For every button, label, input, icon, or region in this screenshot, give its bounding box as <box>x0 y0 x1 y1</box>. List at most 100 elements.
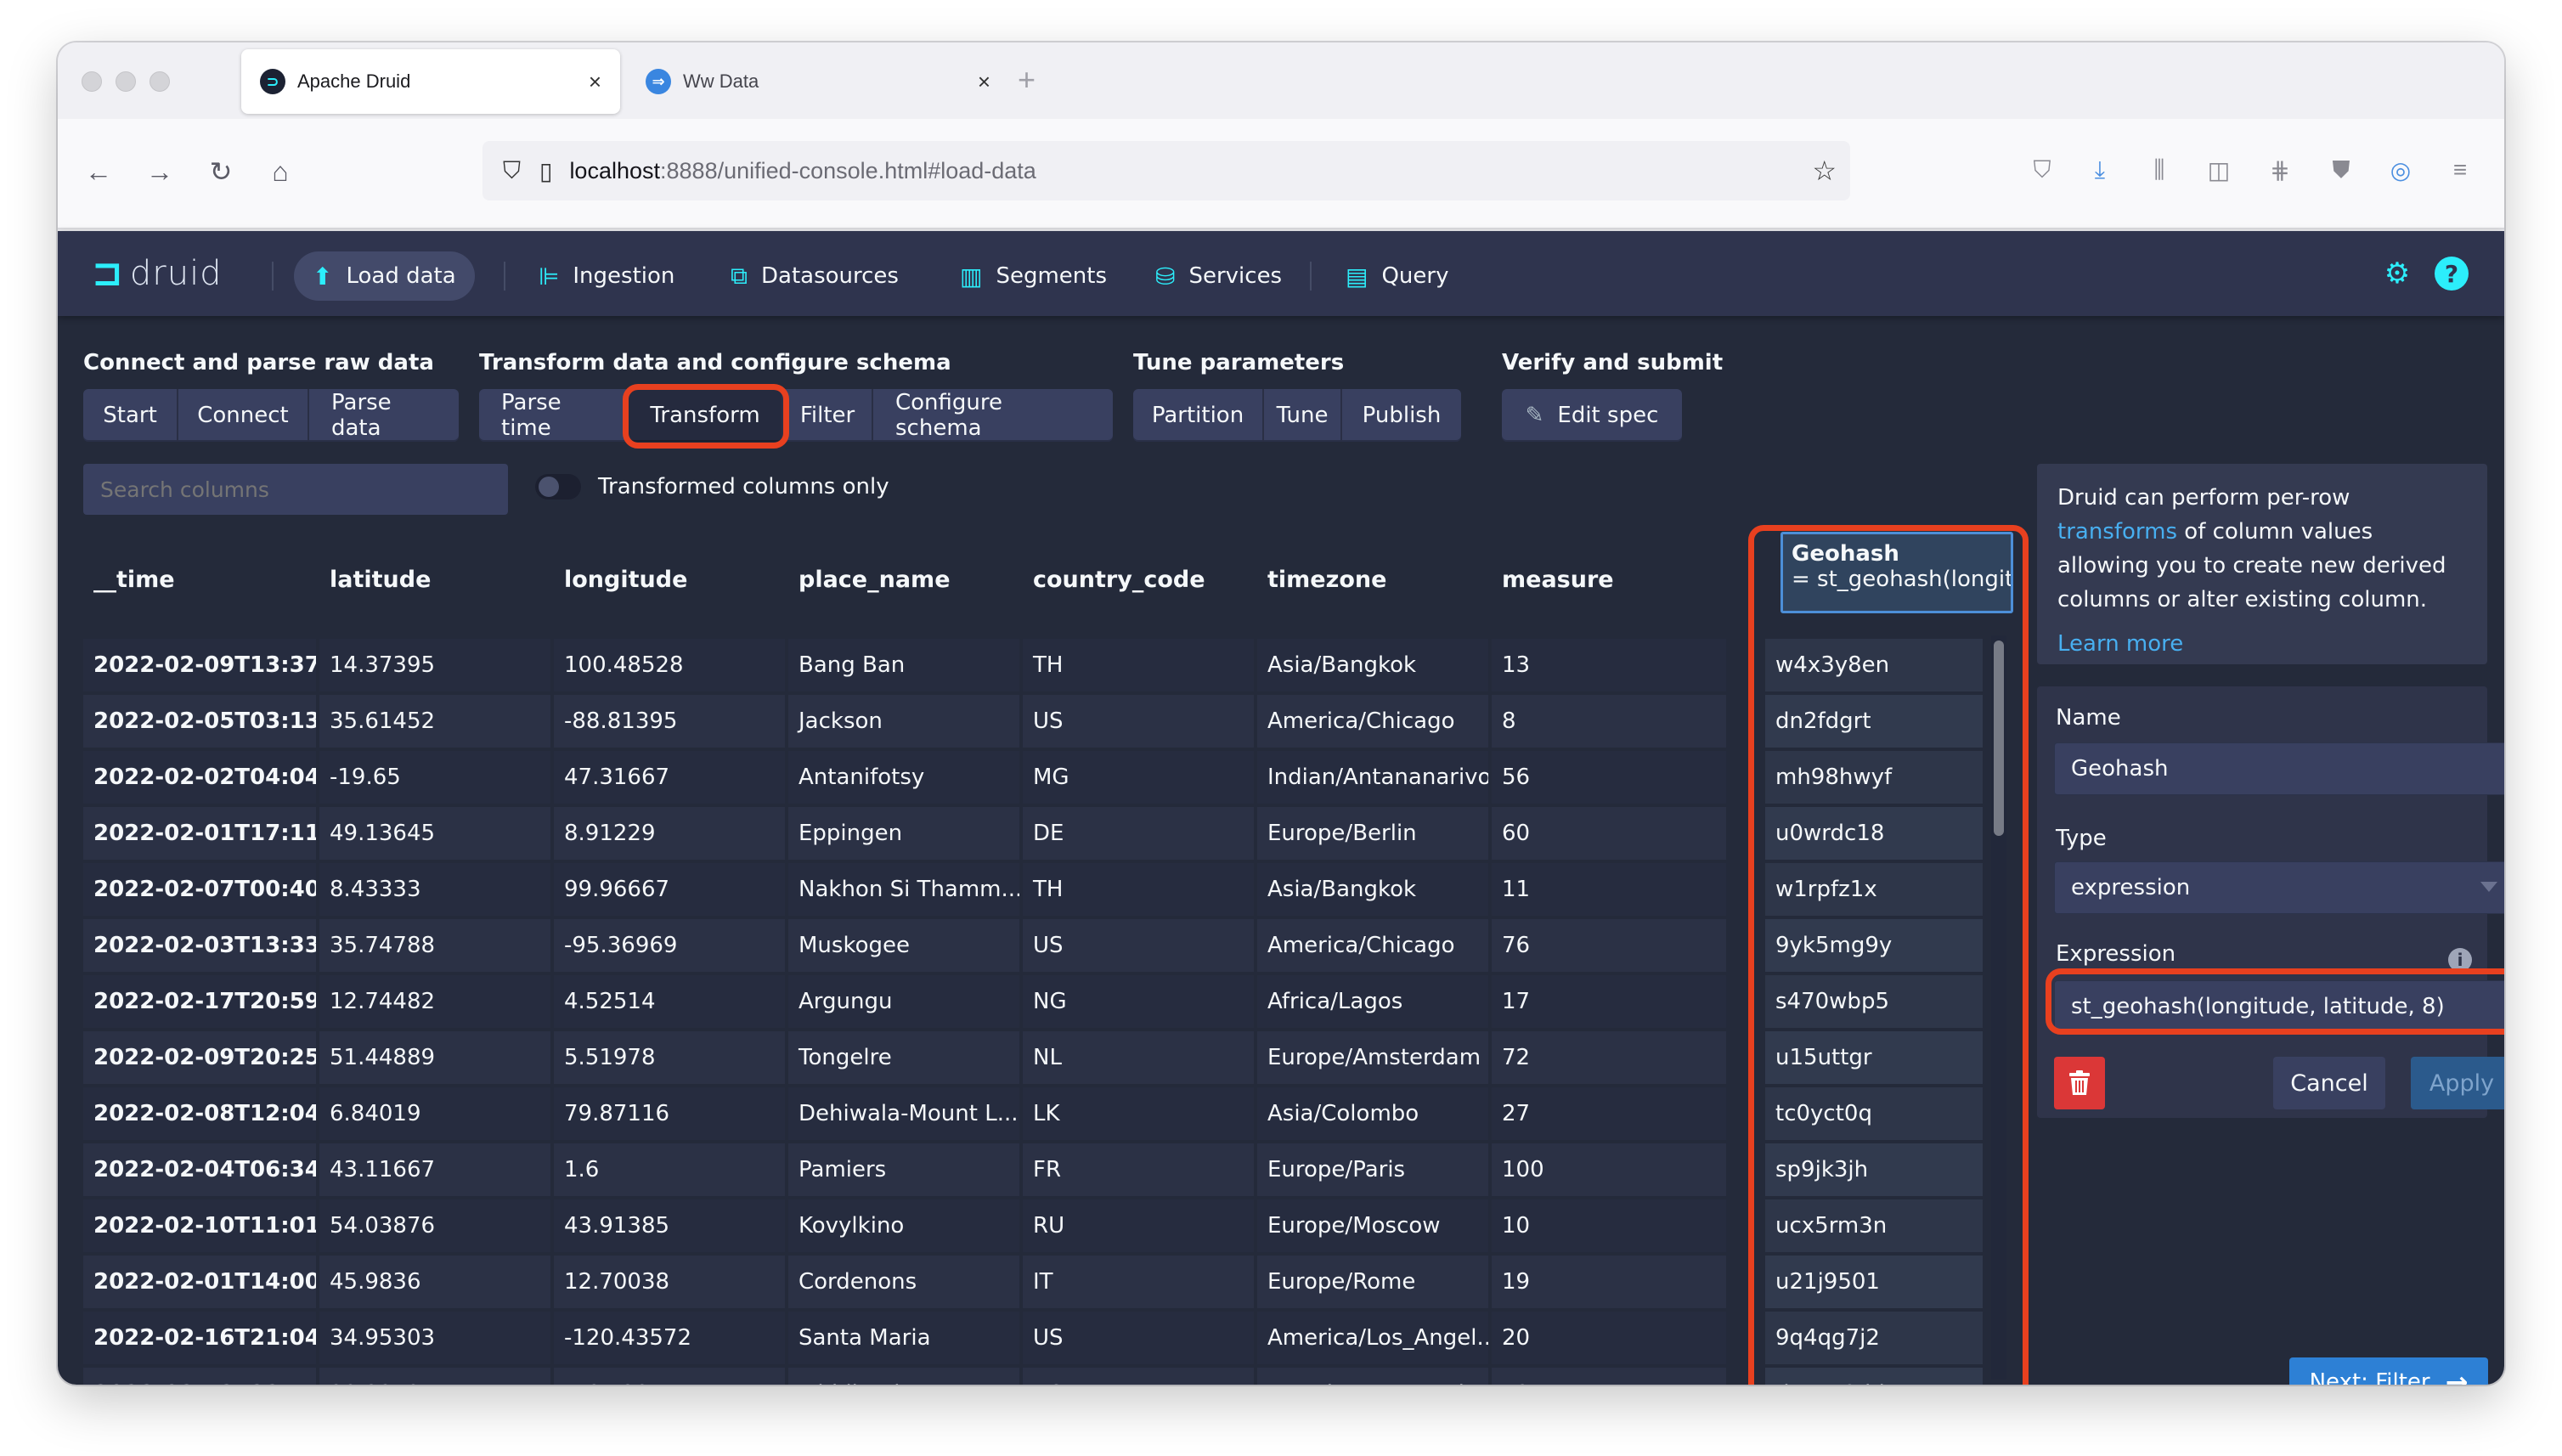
table-cell: 100.48528 <box>554 639 785 691</box>
nav-label: Services <box>1188 263 1283 289</box>
gear-icon[interactable]: ⚙ <box>2380 257 2414 291</box>
table-cell: 13 <box>1492 639 1726 691</box>
table-cell: 43.11667 <box>319 1143 550 1196</box>
table-cell: -19.65 <box>319 751 550 804</box>
nav-datasources[interactable]: ⧉ Datasources <box>712 251 917 301</box>
druid-logo[interactable]: ⊐ druid <box>92 251 223 295</box>
tab-ww-data[interactable]: ⇒ Ww Data × <box>627 49 1009 114</box>
step-partition[interactable]: Partition <box>1133 389 1264 442</box>
geohash-column-header[interactable]: Geohash = st_geohash(longitude, latitude… <box>1780 532 2013 613</box>
back-arrow-icon[interactable]: ← <box>80 153 117 190</box>
transform-info-callout: Druid can perform per-row transforms of … <box>2037 464 2487 664</box>
column-header[interactable]: longitude <box>554 520 687 639</box>
close-tab-icon[interactable]: × <box>589 69 601 95</box>
edit-pencil-icon: ✎ <box>1525 403 1544 428</box>
close-tab-icon[interactable]: × <box>978 69 990 95</box>
cancel-button[interactable]: Cancel <box>2273 1057 2385 1109</box>
sidebar-icon[interactable]: ◫ <box>2204 155 2234 185</box>
tab-apache-druid[interactable]: ⊃ Apache Druid × <box>241 49 620 114</box>
extension-grid-icon[interactable]: ⋕ <box>2265 155 2295 185</box>
step-publish[interactable]: Publish <box>1342 389 1461 442</box>
geohash-cell: dn2fdgrt <box>1765 695 1983 748</box>
table-cell: NL <box>1023 1031 1254 1084</box>
table-cell: US <box>1023 1312 1254 1364</box>
table-cell: Antanifotsy <box>788 751 1019 804</box>
table-cell: Europe/Berlin <box>1257 807 1488 860</box>
bookmark-star-icon[interactable]: ☆ <box>1812 155 1837 187</box>
forward-arrow-icon[interactable]: → <box>141 153 178 190</box>
step-configure-schema[interactable]: Configure schema <box>873 389 1113 442</box>
table-row: 2022-02-01T17:11...49.136458.91229Epping… <box>83 807 2000 863</box>
table-cell: 43 <box>1492 1368 1726 1385</box>
help-icon[interactable]: ? <box>2435 257 2469 291</box>
hamburger-menu-icon[interactable]: ≡ <box>2445 155 2475 185</box>
application-icon: ▤ <box>1346 262 1368 291</box>
table-cell: 4.52514 <box>554 975 785 1028</box>
column-header[interactable]: latitude <box>319 520 431 639</box>
name-input[interactable]: Geohash <box>2054 742 2504 795</box>
new-tab-button[interactable]: + <box>1018 65 1036 95</box>
table-cell: 2022-02-16T21:04... <box>83 1312 316 1364</box>
step-parse-data[interactable]: Parse data <box>309 389 459 442</box>
nav-ingestion[interactable]: ⊫ Ingestion <box>520 251 693 301</box>
column-header[interactable]: country_code <box>1023 520 1205 639</box>
table-row: 2022-02-08T12:04...6.8401979.87116Dehiwa… <box>83 1087 2000 1143</box>
table-cell: 79.87116 <box>554 1087 785 1140</box>
url-bar[interactable]: ⛉ ▯ localhost:8888/unified-console.html#… <box>482 141 1850 200</box>
scrollbar-thumb[interactable] <box>1994 641 2004 836</box>
column-header[interactable]: place_name <box>788 520 951 639</box>
step-connect[interactable]: Connect <box>178 389 309 442</box>
step-filter[interactable]: Filter <box>783 389 873 442</box>
table-cell: Tongelre <box>788 1031 1019 1084</box>
nav-label: Ingestion <box>573 263 675 289</box>
column-header[interactable]: measure <box>1492 520 1614 639</box>
step-transform[interactable]: Transform <box>629 389 783 442</box>
search-columns-input[interactable] <box>83 464 508 515</box>
transforms-link[interactable]: transforms <box>2057 519 2177 545</box>
step-tune[interactable]: Tune <box>1264 389 1342 442</box>
apply-button[interactable]: Apply <box>2411 1057 2504 1109</box>
privacy-badger-icon[interactable]: ⛊ <box>2326 155 2356 185</box>
window-zoom-button[interactable] <box>150 71 170 92</box>
navigation-bar: ← → ↻ ⌂ ⛉ ▯ localhost:8888/unified-conso… <box>58 119 2504 229</box>
column-header[interactable]: timezone <box>1257 520 1386 639</box>
divider <box>272 262 274 291</box>
download-icon[interactable]: ⤓ <box>2085 155 2115 185</box>
vpn-icon[interactable]: ◎ <box>2385 155 2416 185</box>
step-start[interactable]: Start <box>83 389 178 442</box>
info-icon[interactable]: i <box>2448 948 2472 972</box>
step-edit-spec[interactable]: ✎ Edit spec <box>1502 389 1682 442</box>
next-filter-button[interactable]: Next: Filter → <box>2289 1357 2488 1385</box>
pocket-icon[interactable]: ⛉ <box>2027 155 2057 185</box>
window-close-button[interactable] <box>82 71 102 92</box>
geohash-cell: w4x3y8en <box>1765 639 1983 691</box>
type-select[interactable]: expression <box>2054 861 2504 914</box>
nav-services[interactable]: ⛁ Services <box>1137 251 1301 301</box>
table-scrollbar[interactable] <box>1991 635 2006 1380</box>
column-header[interactable]: __time <box>83 520 175 639</box>
reload-icon[interactable]: ↻ <box>202 153 240 190</box>
library-icon[interactable]: ⫼ <box>2144 155 2175 185</box>
shield-icon[interactable]: ⛉ <box>503 157 521 185</box>
step-parse-time[interactable]: Parse time <box>479 389 629 442</box>
table-cell: TH <box>1023 863 1254 916</box>
nav-query[interactable]: ▤ Query <box>1327 251 1467 301</box>
delete-transform-button[interactable] <box>2054 1057 2105 1109</box>
table-cell: 2022-02-04T06:34... <box>83 1143 316 1196</box>
expression-input[interactable]: st_geohash(longitude, latitude, 8) <box>2054 980 2504 1033</box>
trash-icon <box>2069 1070 2090 1095</box>
table-row: 2022-02-02T04:04...-19.6547.31667Antanif… <box>83 751 2000 807</box>
table-cell: 11 <box>1492 863 1726 916</box>
table-cell: 43.91385 <box>554 1199 785 1252</box>
transformed-columns-only-switch[interactable] <box>535 474 581 499</box>
table-row: 2022-02-17T20:59...12.744824.52514Argung… <box>83 975 2000 1031</box>
expression-label: Expression <box>2056 941 2176 967</box>
home-icon[interactable]: ⌂ <box>262 153 299 190</box>
window-minimize-button[interactable] <box>116 71 136 92</box>
table-cell: US <box>1023 695 1254 748</box>
table-cell: America/Chicago <box>1257 695 1488 748</box>
nav-segments[interactable]: ▥ Segments <box>941 251 1126 301</box>
nav-load-data[interactable]: ⬆ Load data <box>294 251 475 301</box>
learn-more-link[interactable]: Learn more <box>2057 627 2467 661</box>
transform-editor: Name Geohash Type expression Expression … <box>2037 686 2504 1118</box>
